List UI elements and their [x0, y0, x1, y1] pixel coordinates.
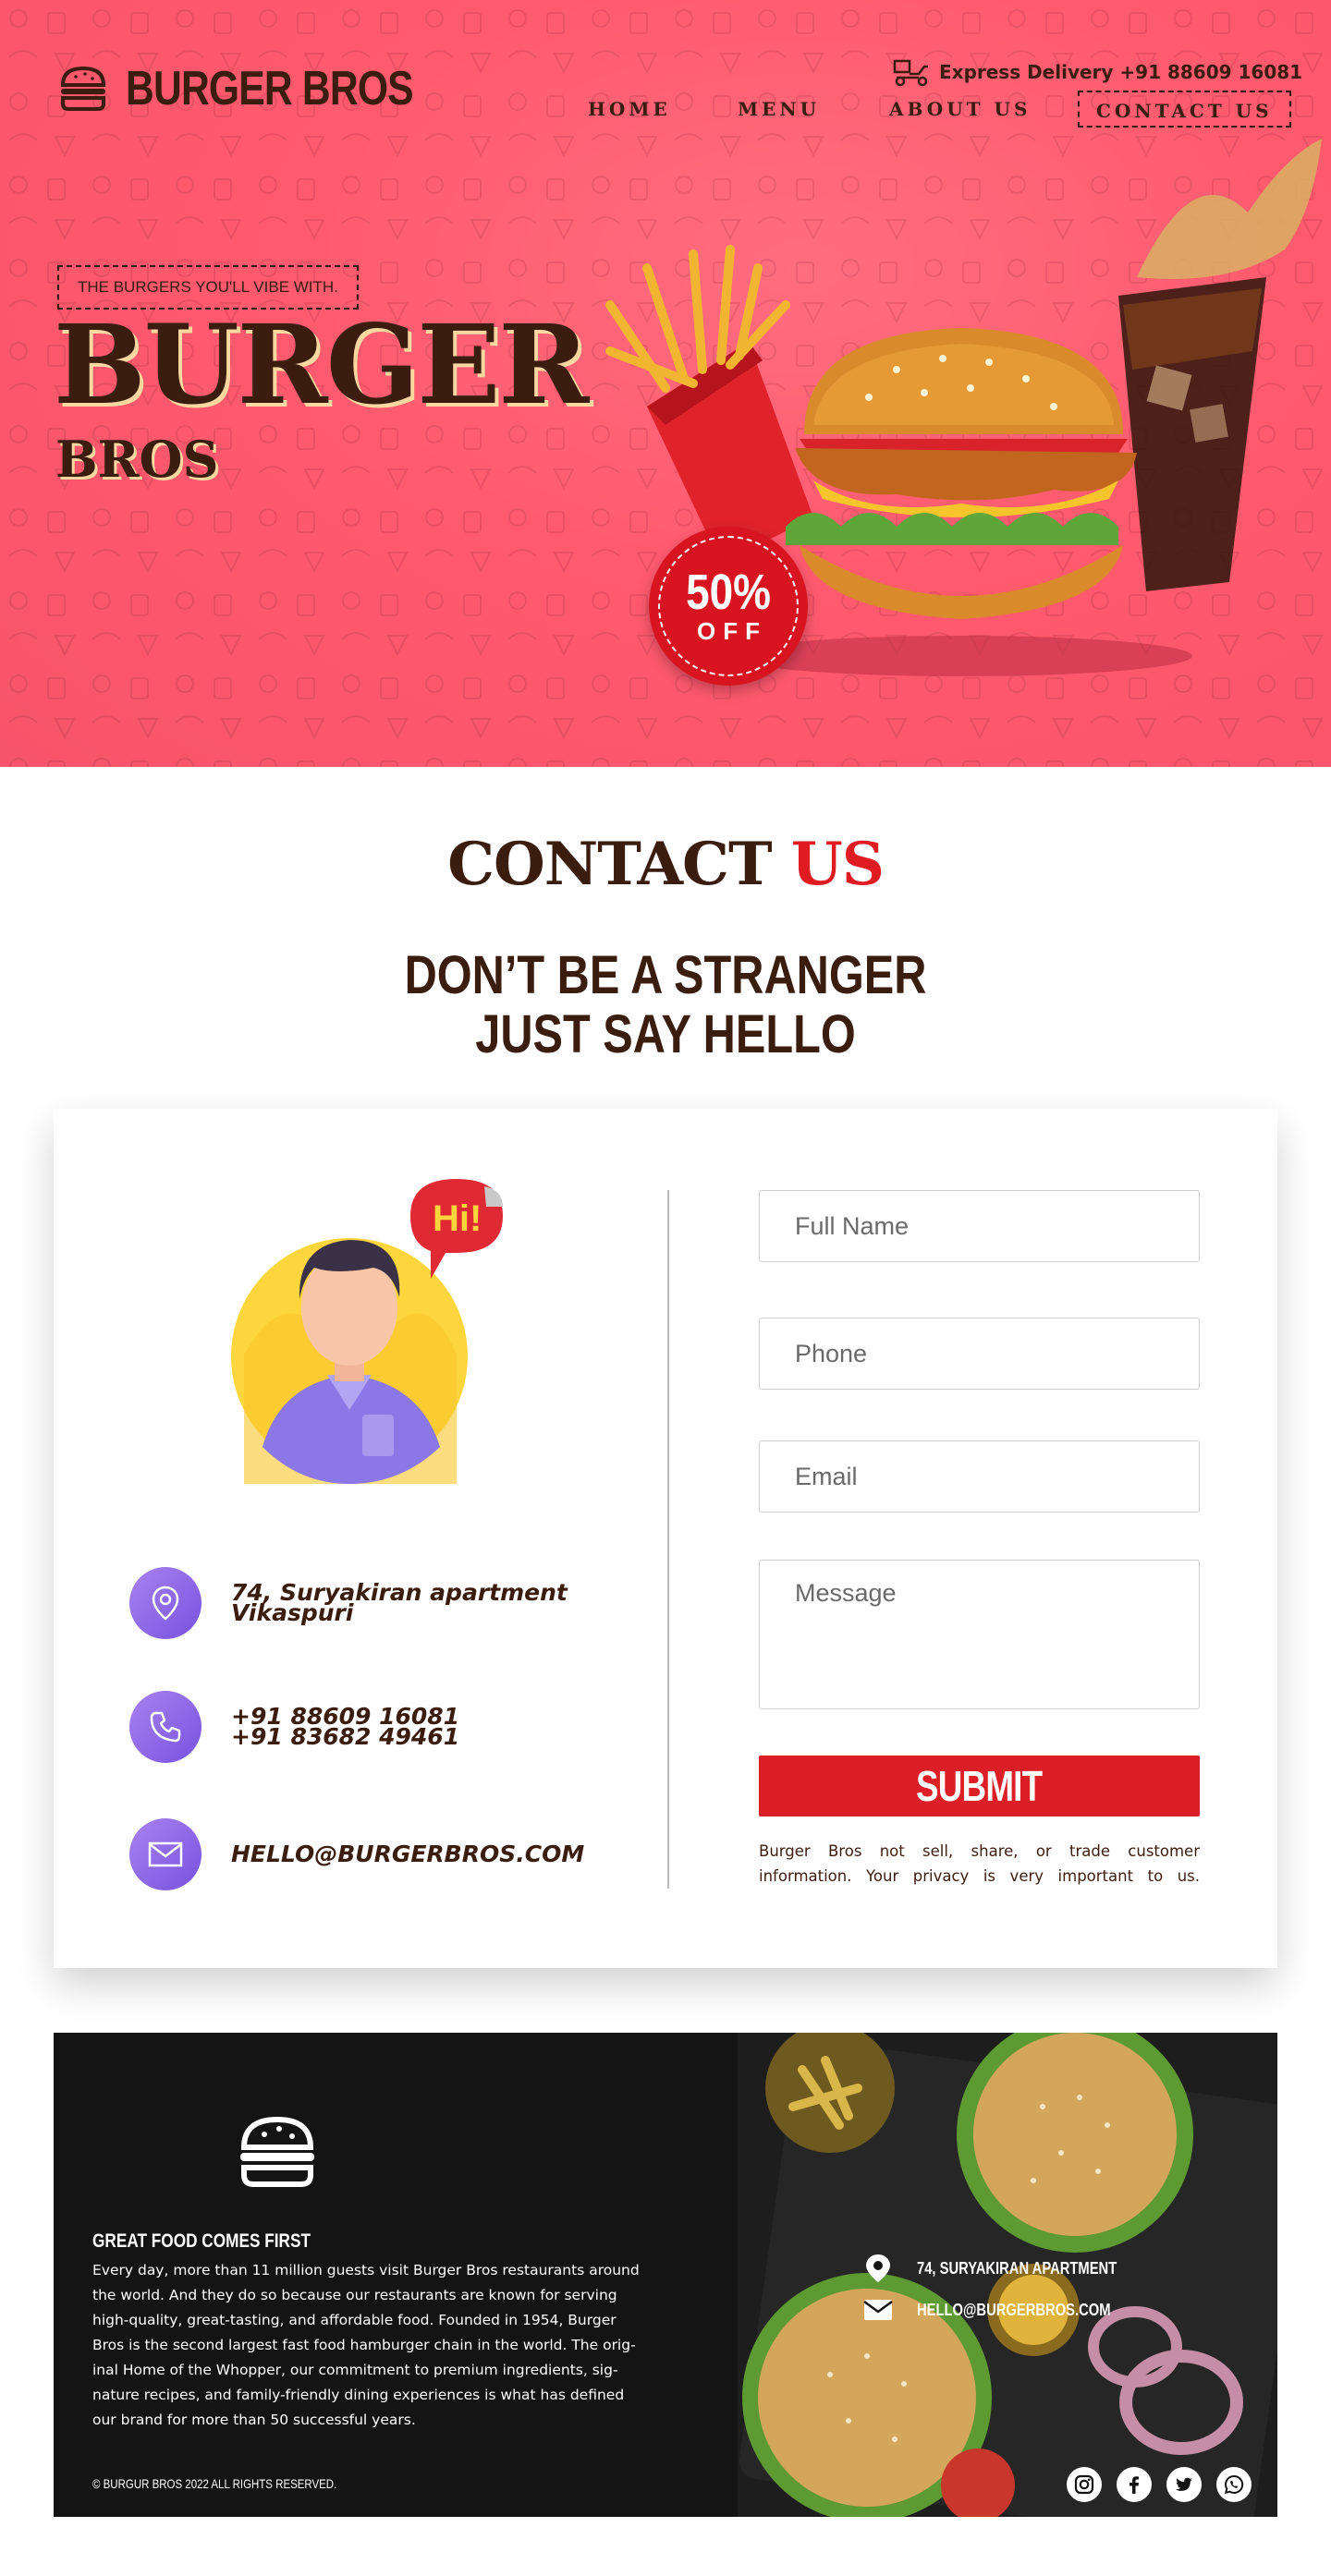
discount-label: OFF — [697, 616, 767, 645]
facebook-icon[interactable] — [1117, 2467, 1152, 2502]
footer-location-icon — [866, 2254, 890, 2282]
footer-about-line: nature recipes, and family-friendly dini… — [92, 2387, 625, 2403]
nav-contact-us[interactable]: CONTACT US — [1078, 91, 1291, 128]
footer-burger-icon — [240, 2116, 314, 2187]
hero-title: BURGER — [54, 300, 589, 429]
location-pin-icon — [129, 1567, 201, 1639]
privacy-line-2: information. Your privacy is very import… — [759, 1867, 1200, 1885]
discount-value: 50% — [686, 564, 771, 620]
social-links — [1067, 2467, 1252, 2502]
phone-info: +91 88609 16081 +91 83682 49461 — [129, 1691, 459, 1763]
phone-text: +91 88609 16081 +91 83682 49461 — [231, 1705, 459, 1748]
submit-label: SUBMIT — [916, 1762, 1043, 1810]
footer-address: 74, SURYAKIRAN APARTMENT — [863, 2253, 1161, 2284]
express-delivery[interactable]: Express Delivery +91 88609 16081 — [893, 57, 1302, 87]
submit-button[interactable]: SUBMIT — [759, 1756, 1200, 1817]
contact-card: Hi! 74, Suryakiran apartment Vikaspuri +… — [54, 1109, 1277, 1968]
site-footer: GREAT FOOD COMES FIRST Every day, more t… — [54, 2033, 1277, 2517]
phone-icon — [129, 1691, 201, 1763]
full-name-input[interactable] — [759, 1190, 1200, 1262]
address-info: 74, Suryakiran apartment Vikaspuri — [129, 1567, 568, 1639]
delivery-scooter-icon — [893, 59, 928, 87]
email-text[interactable]: HELLO@BURGERBROS.COM — [231, 1842, 584, 1865]
hero-section: BURGER BROS Express Delivery +91 88609 1… — [0, 0, 1331, 767]
card-divider — [667, 1190, 669, 1889]
footer-heading: GREAT FOOD COMES FIRST — [92, 2230, 311, 2252]
footer-about-line: Every day, more than 11 million guests v… — [92, 2262, 640, 2278]
discount-badge: 50% OFF — [649, 527, 808, 686]
footer-about-line: high-quality, great-tasting, and afforda… — [92, 2312, 617, 2328]
tagline-line-1: DON’T BE A STRANGER — [404, 945, 927, 1005]
whatsapp-icon[interactable] — [1216, 2467, 1252, 2502]
contact-title-accent: US — [790, 830, 885, 899]
cola-glass-image — [1118, 139, 1322, 591]
footer-email-text[interactable]: HELLO@BURGERBROS.COM — [917, 2301, 1111, 2320]
footer-email[interactable]: HELLO@BURGERBROS.COM — [863, 2299, 1154, 2321]
hello-avatar-illustration: Hi! — [231, 1179, 503, 1484]
contact-title: CONTACT US — [0, 830, 1331, 899]
nav-home[interactable]: HOME — [588, 91, 671, 128]
email-input[interactable] — [759, 1440, 1200, 1513]
copyright: © BURGUR BROS 2022 ALL RIGHTS RESERVED. — [92, 2476, 337, 2491]
phone-input[interactable] — [759, 1318, 1200, 1390]
brand-logo[interactable]: BURGER BROS — [57, 61, 476, 116]
address-text: 74, Suryakiran apartment Vikaspuri — [231, 1581, 568, 1626]
brand-name: BURGER BROS — [126, 62, 414, 115]
tagline-line-2: JUST SAY HELLO — [475, 1004, 856, 1064]
burger-icon — [60, 66, 106, 111]
footer-about-line: inal Home of the Whopper, our commitment… — [92, 2362, 618, 2378]
footer-about-line: our brand for more than 50 successful ye… — [92, 2412, 416, 2428]
footer-about-text: Every day, more than 11 million guests v… — [92, 2258, 656, 2433]
privacy-note: Burger Bros not sell, share, or trade cu… — [759, 1839, 1200, 1889]
nav-menu[interactable]: MENU — [738, 91, 820, 128]
footer-about-line: the world. And they do so because our re… — [92, 2287, 617, 2303]
footer-about-line: Bros is the second largest fast food ham… — [92, 2337, 636, 2353]
contact-tagline: DON’T BE A STRANGER JUST SAY HELLO — [106, 946, 1225, 1064]
message-input[interactable] — [759, 1560, 1200, 1709]
mail-icon — [129, 1818, 201, 1890]
nav-about-us[interactable]: ABOUT US — [889, 91, 1031, 128]
phone-line-2[interactable]: +91 83682 49461 — [231, 1725, 459, 1748]
footer-address-text: 74, SURYAKIRAN APARTMENT — [917, 2258, 1117, 2278]
delivery-text: Express Delivery +91 88609 16081 — [939, 61, 1303, 83]
footer-mail-icon — [863, 2300, 893, 2320]
burger-image — [786, 328, 1137, 619]
contact-title-main: CONTACT — [447, 830, 773, 899]
privacy-line-1: Burger Bros not sell, share, or trade cu… — [759, 1842, 1200, 1860]
instagram-icon[interactable] — [1067, 2467, 1102, 2502]
avatar-bubble-text: Hi! — [433, 1198, 482, 1239]
fries-image — [605, 245, 813, 564]
address-line-2: Vikaspuri — [231, 1599, 354, 1626]
email-info: HELLO@BURGERBROS.COM — [129, 1818, 584, 1890]
hero-subtitle: BROS — [55, 430, 219, 489]
twitter-icon[interactable] — [1166, 2467, 1202, 2502]
